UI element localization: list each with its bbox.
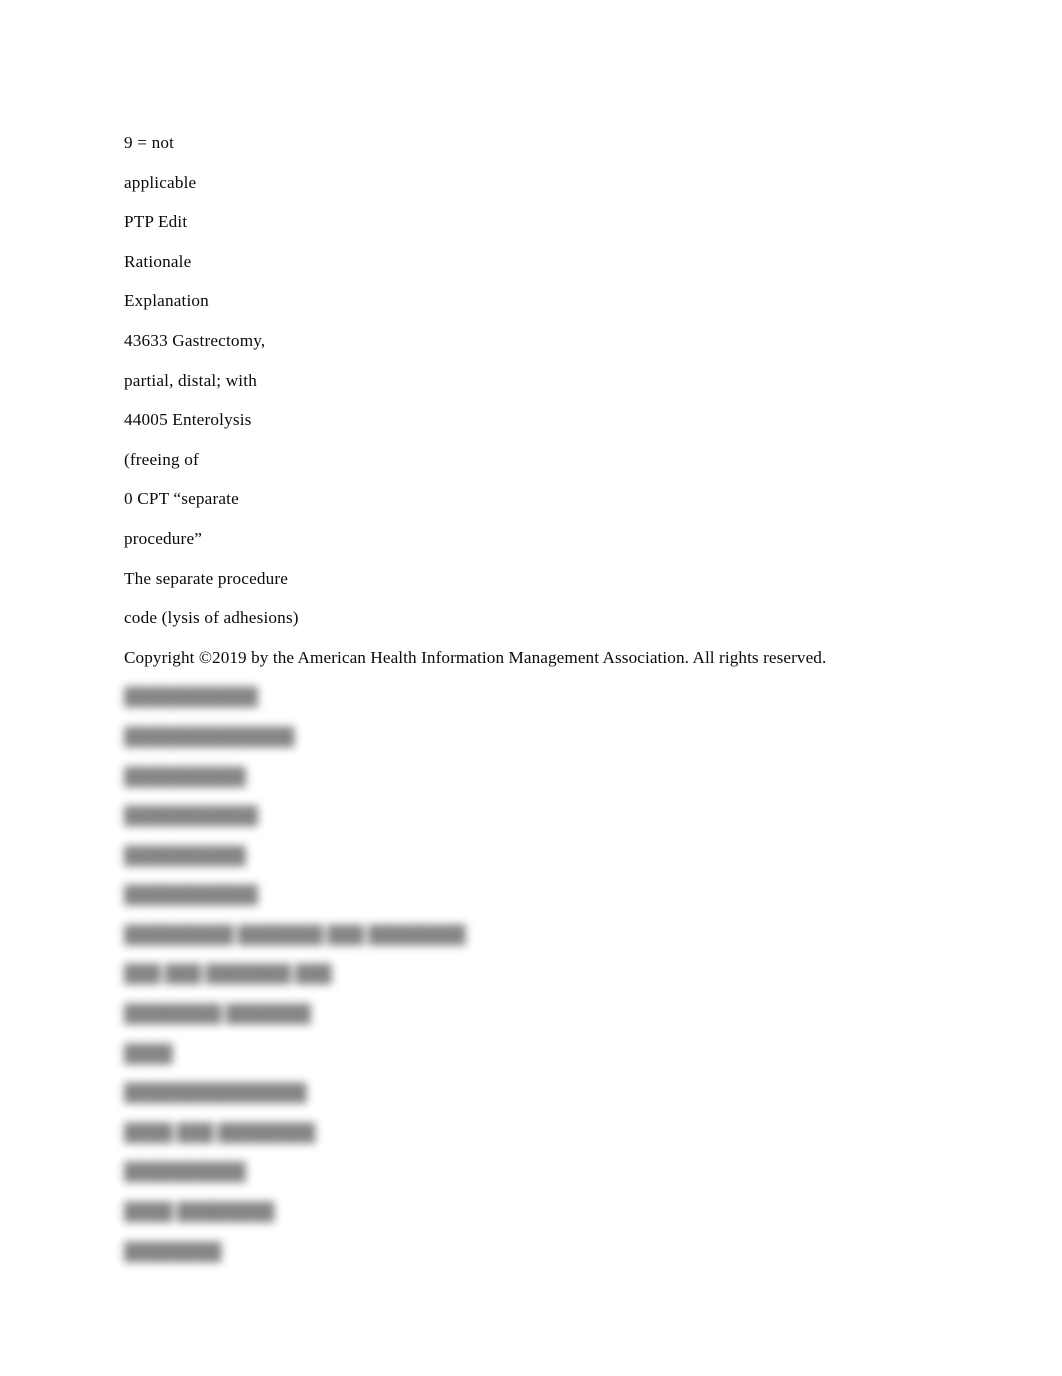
document-text-body: 9 = not applicable PTP Edit Rationale Ex… [124,123,984,1271]
obscured-text-line: ███ ███ ███████ ███ [124,964,332,984]
obscured-text-line: █████████ ███████ ███ ████████ [124,924,466,944]
obscured-text-line: ████████ ███████ [124,1004,311,1024]
obscured-text-line: ████ ████████ [124,1202,275,1222]
text-line: partial, distal; with [124,370,257,390]
text-line: PTP Edit [124,212,188,232]
obscured-text-line: ███████████ [124,885,258,905]
obscured-text-line: ███████████ [124,687,258,707]
text-line: procedure” [124,528,203,548]
text-line: Rationale [124,251,192,271]
obscured-text-line: ███████████ [124,806,258,826]
text-line: code (lysis of adhesions) [124,608,299,628]
copyright-notice: Copyright ©2019 by the American Health I… [124,647,827,667]
obscured-text-line: ████ [124,1043,173,1063]
obscured-text-line: ██████████ [124,766,246,786]
text-line: 44005 Enterolysis [124,410,252,430]
document-page: 9 = not applicable PTP Edit Rationale Ex… [0,0,1062,1376]
obscured-text-line: ███████████████ [124,1083,307,1103]
obscured-text-line: ██████████ [124,845,246,865]
text-line: (freeing of [124,449,199,469]
text-line: 9 = not [124,133,175,152]
obscured-text-line: ████ ███ ████████ [124,1122,316,1142]
text-line: The separate procedure [124,568,289,588]
obscured-text-block: ███████████ ██████████████ ██████████ ██… [124,677,984,1271]
text-line: 43633 Gastrectomy, [124,330,266,350]
text-line: applicable [124,172,197,192]
obscured-text-line: ██████████ [124,1162,246,1182]
obscured-text-line: ████████ [124,1241,222,1261]
text-line: 0 CPT “separate [124,489,239,509]
obscured-text-line: ██████████████ [124,726,295,746]
text-line: Explanation [124,291,209,311]
